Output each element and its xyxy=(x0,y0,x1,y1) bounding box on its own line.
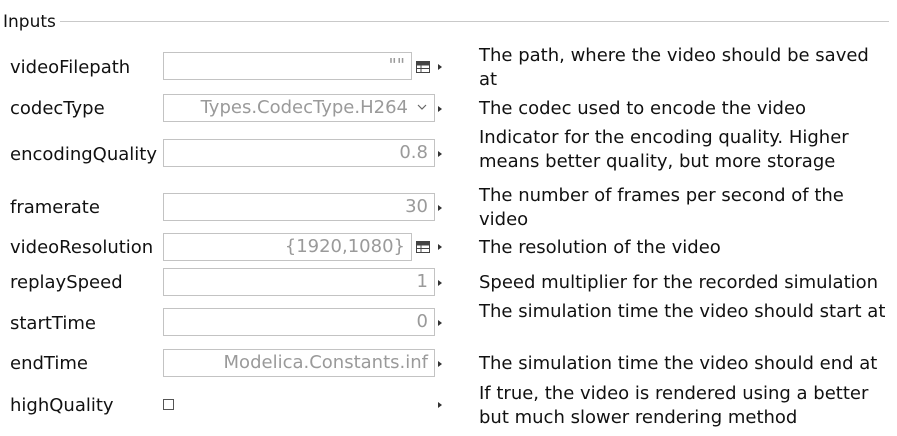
menu-arrow-icon[interactable] xyxy=(438,402,442,408)
field-value: 0 xyxy=(416,311,428,332)
parameters-dialog: Inputs videoFilepath "" The path, where … xyxy=(0,0,897,436)
menu-arrow-icon[interactable] xyxy=(438,280,442,286)
param-name: codecType xyxy=(10,98,105,119)
menu-arrow-icon[interactable] xyxy=(438,64,442,70)
param-name: replaySpeed xyxy=(10,272,123,293)
param-row-codecType: codecType Types.CodecType.H264 The codec… xyxy=(0,94,897,124)
videoFilepath-input[interactable]: "" xyxy=(163,52,412,80)
group-title: Inputs xyxy=(3,12,56,32)
param-description: The number of frames per second of the v… xyxy=(479,185,844,230)
param-row-framerate: framerate 30 The number of frames per se… xyxy=(0,185,897,230)
startTime-input[interactable]: 0 xyxy=(163,308,435,336)
param-name: endTime xyxy=(10,353,88,374)
field-value: Modelica.Constants.inf xyxy=(223,352,428,373)
param-description: The simulation time the video should end… xyxy=(479,353,878,374)
param-row-highQuality: highQuality If true, the video is render… xyxy=(0,383,897,428)
param-name: highQuality xyxy=(10,395,114,416)
replaySpeed-input[interactable]: 1 xyxy=(163,268,435,296)
table-icon[interactable] xyxy=(416,61,430,73)
videoResolution-input[interactable]: {1920,1080} xyxy=(163,233,412,261)
param-name: framerate xyxy=(10,197,100,218)
param-description: Speed multiplier for the recorded simula… xyxy=(479,272,879,293)
field-value: Types.CodecType.H264 xyxy=(200,97,408,118)
field-value: {1920,1080} xyxy=(284,236,405,257)
param-name: videoFilepath xyxy=(10,57,131,78)
param-row-startTime: startTime 0 The simulation time the vide… xyxy=(0,301,897,338)
framerate-input[interactable]: 30 xyxy=(163,193,435,221)
menu-arrow-icon[interactable] xyxy=(438,320,442,326)
param-name: encodingQuality xyxy=(10,144,157,165)
param-description: The simulation time the video should sta… xyxy=(479,301,886,322)
param-row-videoResolution: videoResolution {1920,1080} The resoluti… xyxy=(0,233,897,263)
menu-arrow-icon[interactable] xyxy=(438,106,442,112)
field-value: 30 xyxy=(405,196,428,217)
param-name: startTime xyxy=(10,313,96,334)
param-row-encodingQuality: encodingQuality 0.8 Indicator for the en… xyxy=(0,127,897,172)
param-row-replaySpeed: replaySpeed 1 Speed multiplier for the r… xyxy=(0,268,897,298)
param-description: The resolution of the video xyxy=(479,237,721,258)
param-row-videoFilepath: videoFilepath "" The path, where the vid… xyxy=(0,45,897,90)
field-value: "" xyxy=(388,55,405,76)
field-value: 1 xyxy=(416,271,428,292)
param-row-endTime: endTime Modelica.Constants.inf The simul… xyxy=(0,349,897,379)
param-name: videoResolution xyxy=(10,237,154,258)
codecType-select[interactable]: Types.CodecType.H264 xyxy=(163,94,435,122)
menu-arrow-icon[interactable] xyxy=(438,151,442,157)
param-description: The codec used to encode the video xyxy=(479,98,807,119)
highQuality-checkbox[interactable] xyxy=(163,399,174,410)
field-value: 0.8 xyxy=(399,142,428,163)
group-divider xyxy=(60,21,889,22)
menu-arrow-icon[interactable] xyxy=(438,361,442,367)
param-description: If true, the video is rendered using a b… xyxy=(479,383,869,428)
param-description: Indicator for the encoding quality. High… xyxy=(479,127,849,172)
param-description: The path, where the video should be save… xyxy=(479,45,869,90)
encodingQuality-input[interactable]: 0.8 xyxy=(163,139,435,167)
chevron-down-icon[interactable] xyxy=(415,100,429,114)
menu-arrow-icon[interactable] xyxy=(438,244,442,250)
table-icon[interactable] xyxy=(416,241,430,253)
menu-arrow-icon[interactable] xyxy=(438,205,442,211)
endTime-input[interactable]: Modelica.Constants.inf xyxy=(163,349,435,377)
